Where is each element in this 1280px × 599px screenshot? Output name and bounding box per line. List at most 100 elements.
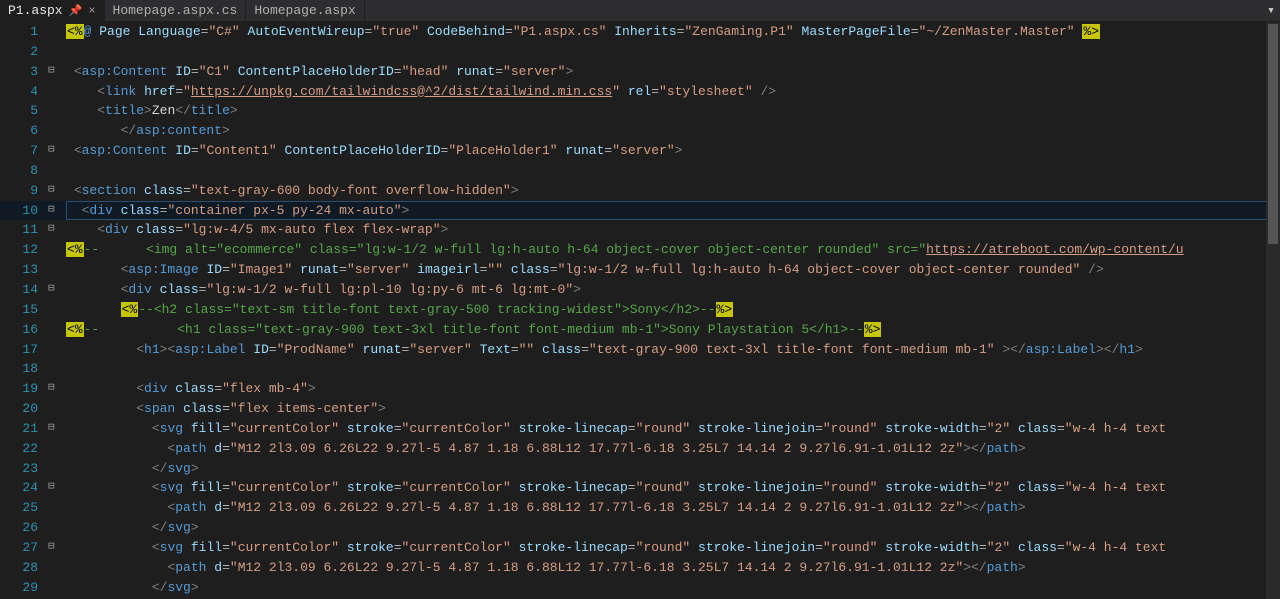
code-text[interactable] <box>66 42 1280 62</box>
code-text[interactable]: <path d="M12 2l3.09 6.26L22 9.27l-5 4.87… <box>66 498 1280 518</box>
code-line[interactable]: 28 <path d="M12 2l3.09 6.26L22 9.27l-5 4… <box>0 558 1280 578</box>
line-number: 21 <box>0 419 48 439</box>
line-number: 10 <box>0 201 48 221</box>
fold-toggle[interactable]: ⊟ <box>48 220 66 240</box>
code-text[interactable]: <section class="text-gray-600 body-font … <box>66 181 1280 201</box>
code-editor[interactable]: 1<%@ Page Language="C#" AutoEventWireup=… <box>0 22 1280 599</box>
code-text[interactable]: <div class="lg:w-4/5 mx-auto flex flex-w… <box>66 220 1280 240</box>
code-line[interactable]: 10⊟ <div class="container px-5 py-24 mx-… <box>0 201 1280 221</box>
code-line[interactable]: 8 <box>0 161 1280 181</box>
code-text[interactable]: <div class="container px-5 py-24 mx-auto… <box>66 201 1280 221</box>
code-text[interactable]: <svg fill="currentColor" stroke="current… <box>66 419 1280 439</box>
fold-toggle <box>48 439 66 459</box>
fold-toggle <box>48 101 66 121</box>
fold-toggle <box>48 359 66 379</box>
line-number: 17 <box>0 340 48 360</box>
code-text[interactable]: <%-- <img alt="ecommerce" class="lg:w-1/… <box>66 240 1280 260</box>
tab-homepage-aspx[interactable]: Homepage.aspx <box>246 0 364 21</box>
scrollbar-thumb[interactable] <box>1268 24 1278 244</box>
tabbar-spacer <box>365 0 1262 21</box>
line-number: 8 <box>0 161 48 181</box>
fold-toggle <box>48 42 66 62</box>
code-line[interactable]: 21⊟ <svg fill="currentColor" stroke="cur… <box>0 419 1280 439</box>
code-line[interactable]: 22 <path d="M12 2l3.09 6.26L22 9.27l-5 4… <box>0 439 1280 459</box>
code-line[interactable]: 7⊟ <asp:Content ID="Content1" ContentPla… <box>0 141 1280 161</box>
line-number: 14 <box>0 280 48 300</box>
code-text[interactable]: </svg> <box>66 459 1280 479</box>
code-line[interactable]: 19⊟ <div class="flex mb-4"> <box>0 379 1280 399</box>
fold-toggle[interactable]: ⊟ <box>48 141 66 161</box>
code-text[interactable]: </svg> <box>66 518 1280 538</box>
code-text[interactable]: <path d="M12 2l3.09 6.26L22 9.27l-5 4.87… <box>66 558 1280 578</box>
code-text[interactable]: <asp:Content ID="C1" ContentPlaceHolderI… <box>66 62 1280 82</box>
code-line[interactable]: 23 </svg> <box>0 459 1280 479</box>
code-line[interactable]: 20 <span class="flex items-center"> <box>0 399 1280 419</box>
code-text[interactable]: <asp:Image ID="Image1" runat="server" im… <box>66 260 1280 280</box>
code-line[interactable]: 17 <h1><asp:Label ID="ProdName" runat="s… <box>0 340 1280 360</box>
line-number: 19 <box>0 379 48 399</box>
tab-label: P1.aspx <box>8 3 63 18</box>
fold-toggle[interactable]: ⊟ <box>48 538 66 558</box>
code-text[interactable]: <div class="flex mb-4"> <box>66 379 1280 399</box>
code-line[interactable]: 13 <asp:Image ID="Image1" runat="server"… <box>0 260 1280 280</box>
code-text[interactable]: <link href="https://unpkg.com/tailwindcs… <box>66 82 1280 102</box>
line-number: 12 <box>0 240 48 260</box>
tab-homepage-aspx-cs[interactable]: Homepage.aspx.cs <box>105 0 247 21</box>
tab-p1-aspx[interactable]: P1.aspx 📌 × <box>0 0 105 21</box>
fold-toggle[interactable]: ⊟ <box>48 379 66 399</box>
code-text[interactable]: <asp:Content ID="Content1" ContentPlaceH… <box>66 141 1280 161</box>
code-line[interactable]: 11⊟ <div class="lg:w-4/5 mx-auto flex fl… <box>0 220 1280 240</box>
code-text[interactable] <box>66 359 1280 379</box>
pin-icon[interactable]: 📌 <box>69 4 83 18</box>
code-line[interactable]: 5 <title>Zen</title> <box>0 101 1280 121</box>
fold-toggle[interactable]: ⊟ <box>48 201 66 221</box>
line-number: 3 <box>0 62 48 82</box>
tab-overflow-button[interactable]: ▾ <box>1262 0 1280 21</box>
fold-toggle[interactable]: ⊟ <box>48 419 66 439</box>
code-text[interactable] <box>66 161 1280 181</box>
code-line[interactable]: 9⊟ <section class="text-gray-600 body-fo… <box>0 181 1280 201</box>
code-line[interactable]: 12 <%-- <img alt="ecommerce" class="lg:w-… <box>0 240 1280 260</box>
code-text[interactable]: </asp:content> <box>66 121 1280 141</box>
code-text[interactable]: <title>Zen</title> <box>66 101 1280 121</box>
fold-toggle <box>48 399 66 419</box>
code-text[interactable]: </svg> <box>66 578 1280 598</box>
line-number: 20 <box>0 399 48 419</box>
code-text[interactable]: <path d="M12 2l3.09 6.26L22 9.27l-5 4.87… <box>66 439 1280 459</box>
code-line[interactable]: 16<%-- <h1 class="text-gray-900 text-3xl… <box>0 320 1280 340</box>
fold-toggle <box>48 320 66 340</box>
code-text[interactable]: <div class="lg:w-1/2 w-full lg:pl-10 lg:… <box>66 280 1280 300</box>
code-text[interactable]: <%-- <h1 class="text-gray-900 text-3xl t… <box>66 320 1280 340</box>
code-line[interactable]: 18 <box>0 359 1280 379</box>
line-number: 24 <box>0 478 48 498</box>
code-line[interactable]: 14⊟ <div class="lg:w-1/2 w-full lg:pl-10… <box>0 280 1280 300</box>
close-icon[interactable]: × <box>88 5 95 17</box>
code-text[interactable]: <%@ Page Language="C#" AutoEventWireup="… <box>66 22 1280 42</box>
code-text[interactable]: <span class="flex items-center"> <box>66 399 1280 419</box>
code-line[interactable]: 29 </svg> <box>0 578 1280 598</box>
fold-toggle[interactable]: ⊟ <box>48 478 66 498</box>
code-line[interactable]: 1<%@ Page Language="C#" AutoEventWireup=… <box>0 22 1280 42</box>
code-line[interactable]: 24⊟ <svg fill="currentColor" stroke="cur… <box>0 478 1280 498</box>
code-text[interactable]: <svg fill="currentColor" stroke="current… <box>66 538 1280 558</box>
line-number: 22 <box>0 439 48 459</box>
code-text[interactable]: <%--<h2 class="text-sm title-font text-g… <box>66 300 1280 320</box>
code-line[interactable]: 2 <box>0 42 1280 62</box>
code-line[interactable]: 15 <%--<h2 class="text-sm title-font tex… <box>0 300 1280 320</box>
code-line[interactable]: 3⊟ <asp:Content ID="C1" ContentPlaceHold… <box>0 62 1280 82</box>
code-line[interactable]: 6 </asp:content> <box>0 121 1280 141</box>
chevron-down-icon: ▾ <box>1267 3 1275 18</box>
fold-toggle[interactable]: ⊟ <box>48 181 66 201</box>
fold-toggle[interactable]: ⊟ <box>48 280 66 300</box>
line-number: 5 <box>0 101 48 121</box>
code-line[interactable]: 25 <path d="M12 2l3.09 6.26L22 9.27l-5 4… <box>0 498 1280 518</box>
fold-toggle[interactable]: ⊟ <box>48 62 66 82</box>
code-line[interactable]: 27⊟ <svg fill="currentColor" stroke="cur… <box>0 538 1280 558</box>
tab-label: Homepage.aspx <box>254 3 355 18</box>
code-text[interactable]: <h1><asp:Label ID="ProdName" runat="serv… <box>66 340 1280 360</box>
code-line[interactable]: 26 </svg> <box>0 518 1280 538</box>
code-line[interactable]: 4 <link href="https://unpkg.com/tailwind… <box>0 82 1280 102</box>
vertical-scrollbar[interactable] <box>1266 22 1280 599</box>
fold-toggle <box>48 578 66 598</box>
code-text[interactable]: <svg fill="currentColor" stroke="current… <box>66 478 1280 498</box>
